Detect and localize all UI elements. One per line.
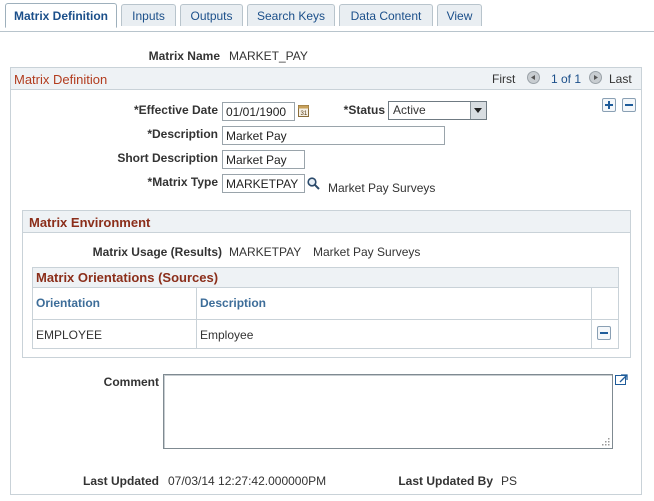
last-updated-by-label: Last Updated By [398, 474, 493, 488]
short-description-label: Short Description [117, 151, 218, 165]
nav-count: 1 of 1 [551, 72, 582, 86]
previous-icon[interactable] [527, 71, 540, 84]
comment-textarea[interactable] [163, 374, 613, 449]
svg-text:31: 31 [301, 111, 308, 117]
description-cell: Employee [200, 328, 254, 342]
table-row: EMPLOYEE Employee [33, 320, 618, 348]
last-updated-by-value: PS [501, 474, 518, 488]
tab-outputs[interactable]: Outputs [180, 4, 243, 26]
resize-grip-icon[interactable] [602, 438, 610, 446]
chevron-down-icon [470, 102, 486, 119]
orientations-column-header-row [33, 288, 618, 320]
last-updated-value: 07/03/14 12:27:42.000000PM [168, 474, 327, 488]
matrix-definition-title: Matrix Definition [14, 72, 108, 87]
status-select-value: Active [393, 103, 426, 117]
effective-date-label: *Effective Date [133, 103, 218, 117]
tab-matrix-definition[interactable]: Matrix Definition [5, 3, 117, 28]
matrix-name-label: Matrix Name [148, 49, 220, 63]
description-field[interactable] [222, 126, 445, 145]
matrix-type-label: *Matrix Type [147, 175, 218, 189]
tab-view[interactable]: View [437, 4, 482, 26]
calendar-icon[interactable]: 31 [298, 104, 309, 117]
matrix-usage-description: Market Pay Surveys [313, 245, 421, 259]
status-label: *Status [343, 103, 385, 117]
column-header-orientation[interactable]: Orientation [36, 296, 100, 310]
effective-date-field[interactable] [222, 102, 295, 121]
expand-icon[interactable] [615, 374, 628, 386]
nav-last-link[interactable]: Last [609, 72, 632, 86]
tab-divider [0, 31, 654, 32]
matrix-environment-title: Matrix Environment [29, 215, 151, 230]
last-updated-label: Last Updated [82, 474, 159, 488]
matrix-usage-value: MARKETPAY [229, 245, 302, 259]
nav-first-link[interactable]: First [492, 72, 515, 86]
delete-row-icon[interactable] [622, 98, 636, 112]
comment-label: Comment [103, 375, 159, 389]
matrix-name-value: MARKET_PAY [229, 49, 308, 63]
tab-inputs[interactable]: Inputs [121, 4, 176, 26]
orientations-title: Matrix Orientations (Sources) [36, 270, 219, 285]
next-icon[interactable] [589, 71, 602, 84]
column-header-description[interactable]: Description [200, 296, 266, 310]
description-label: *Description [147, 127, 218, 141]
orientation-cell: EMPLOYEE [36, 328, 103, 342]
add-row-icon[interactable] [602, 98, 616, 112]
tab-data-content[interactable]: Data Content [339, 4, 433, 26]
matrix-type-field[interactable] [222, 174, 305, 193]
status-select[interactable]: Active [388, 101, 487, 120]
short-description-field[interactable] [222, 150, 305, 169]
tab-bar: Matrix Definition Inputs Outputs Search … [0, 3, 654, 32]
lookup-magnifier-icon[interactable] [307, 177, 320, 190]
matrix-usage-label: Matrix Usage (Results) [92, 245, 222, 259]
matrix-type-description: Market Pay Surveys [328, 181, 436, 195]
tab-search-keys[interactable]: Search Keys [247, 4, 335, 26]
delete-row-icon[interactable] [597, 326, 611, 340]
